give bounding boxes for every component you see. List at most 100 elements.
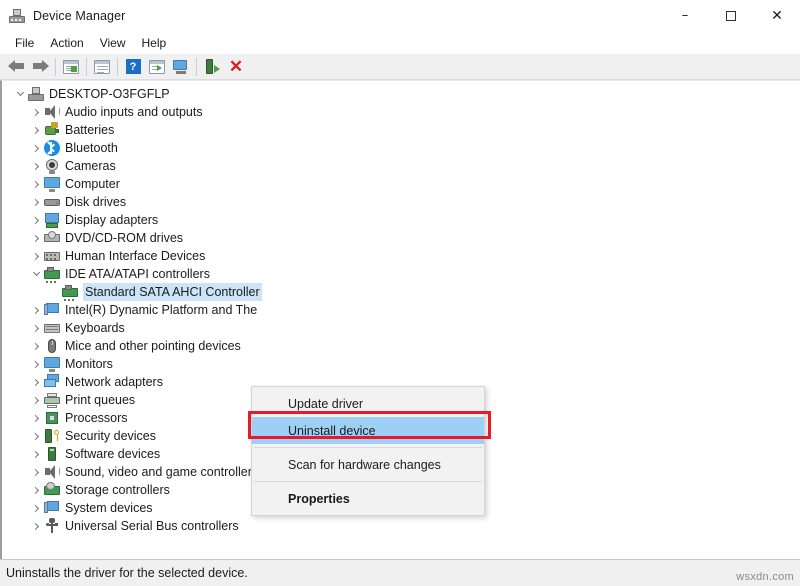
forward-icon[interactable] xyxy=(28,56,52,78)
tree-item-hid[interactable]: Human Interface Devices xyxy=(2,247,800,265)
chevron-right-icon[interactable] xyxy=(28,193,44,211)
tree-item-label: Network adapters xyxy=(65,373,163,391)
chevron-right-icon[interactable] xyxy=(28,445,44,463)
uninstall-device-icon[interactable] xyxy=(200,56,224,78)
tree-root-node[interactable]: DESKTOP-O3FGFLP xyxy=(2,85,800,103)
tree-item-monitors[interactable]: Monitors xyxy=(2,355,800,373)
system-device-icon xyxy=(44,500,60,516)
chevron-right-icon[interactable] xyxy=(28,229,44,247)
window-controls: – ✕ xyxy=(662,0,800,32)
menu-action[interactable]: Action xyxy=(42,34,91,52)
tree-item-usb-controllers[interactable]: Universal Serial Bus controllers xyxy=(2,517,800,535)
tree-item-cameras[interactable]: Cameras xyxy=(2,157,800,175)
ide-controller-icon xyxy=(62,284,78,300)
tree-item-label: Sound, video and game controllers xyxy=(65,463,258,481)
menu-bar: File Action View Help xyxy=(0,32,800,54)
tree-item-label: Audio inputs and outputs xyxy=(65,103,203,121)
tree-item-keyboards[interactable]: Keyboards xyxy=(2,319,800,337)
speaker-icon xyxy=(44,104,60,120)
chevron-right-icon[interactable] xyxy=(28,337,44,355)
context-menu-separator xyxy=(254,481,482,482)
tree-root-label: DESKTOP-O3FGFLP xyxy=(49,85,170,103)
context-menu-item-update-driver[interactable]: Update driver xyxy=(252,390,484,417)
tree-item-label: Batteries xyxy=(65,121,114,139)
display-adapter-icon xyxy=(44,212,60,228)
tree-item-label: Keyboards xyxy=(65,319,125,337)
back-icon[interactable] xyxy=(4,56,28,78)
tree-item-audio[interactable]: Audio inputs and outputs xyxy=(2,103,800,121)
toolbar-separator xyxy=(117,58,118,76)
chevron-right-icon[interactable] xyxy=(28,121,44,139)
context-menu-item-uninstall-device[interactable]: Uninstall device xyxy=(252,417,484,444)
keyboard-icon xyxy=(44,320,60,336)
chevron-right-icon[interactable] xyxy=(28,175,44,193)
watermark: wsxdn.com xyxy=(736,571,794,583)
chevron-right-icon[interactable] xyxy=(28,301,44,319)
chevron-down-icon[interactable] xyxy=(12,85,28,103)
chevron-right-icon[interactable] xyxy=(28,373,44,391)
menu-file[interactable]: File xyxy=(7,34,42,52)
monitor-icon xyxy=(44,176,60,192)
tree-item-standard-sata-ahci-controller[interactable]: Standard SATA AHCI Controller xyxy=(2,283,800,301)
tree-item-disk-drives[interactable]: Disk drives xyxy=(2,193,800,211)
tree-item-label: IDE ATA/ATAPI controllers xyxy=(65,265,210,283)
tree-item-label: Software devices xyxy=(65,445,160,463)
tree-item-ide-controllers[interactable]: IDE ATA/ATAPI controllers xyxy=(2,265,800,283)
processor-icon xyxy=(44,410,60,426)
device-manager-icon xyxy=(9,8,25,24)
chevron-right-icon[interactable] xyxy=(28,139,44,157)
menu-help[interactable]: Help xyxy=(134,34,175,52)
show-hidden-devices-icon[interactable] xyxy=(169,56,193,78)
selected-item-highlight: Standard SATA AHCI Controller xyxy=(83,283,262,301)
chevron-right-icon[interactable] xyxy=(28,355,44,373)
chevron-down-icon[interactable] xyxy=(28,265,44,283)
printer-icon xyxy=(44,392,60,408)
toolbar-separator xyxy=(196,58,197,76)
device-tree-panel[interactable]: DESKTOP-O3FGFLP Audio inputs and outputs… xyxy=(0,80,800,559)
properties-icon[interactable] xyxy=(59,56,83,78)
tree-item-batteries[interactable]: Batteries xyxy=(2,121,800,139)
chevron-right-icon[interactable] xyxy=(28,427,44,445)
tree-item-display-adapters[interactable]: Display adapters xyxy=(2,211,800,229)
toolbar-separator xyxy=(86,58,87,76)
tree-item-dvd-drives[interactable]: DVD/CD-ROM drives xyxy=(2,229,800,247)
context-menu-item-scan-for-hardware-changes[interactable]: Scan for hardware changes xyxy=(252,451,484,478)
tree-item-mice[interactable]: Mice and other pointing devices xyxy=(2,337,800,355)
chevron-right-icon[interactable] xyxy=(28,319,44,337)
tree-item-intel-dynamic-platform[interactable]: Intel(R) Dynamic Platform and The xyxy=(2,301,800,319)
computer-root-icon xyxy=(28,86,44,102)
chevron-right-icon[interactable] xyxy=(28,103,44,121)
chevron-right-icon[interactable] xyxy=(28,481,44,499)
system-device-icon xyxy=(44,302,60,318)
update-driver-icon[interactable] xyxy=(90,56,114,78)
status-bar: Uninstalls the driver for the selected d… xyxy=(0,559,800,586)
context-menu: Update driver Uninstall device Scan for … xyxy=(251,386,485,516)
scan-hardware-icon[interactable] xyxy=(145,56,169,78)
status-text: Uninstalls the driver for the selected d… xyxy=(6,566,248,580)
close-button[interactable]: ✕ xyxy=(754,0,800,32)
maximize-button[interactable] xyxy=(708,0,754,32)
camera-icon xyxy=(44,158,60,174)
tree-item-label: Monitors xyxy=(65,355,113,373)
tree-item-label: Storage controllers xyxy=(65,481,170,499)
disable-device-icon[interactable]: ✕ xyxy=(224,56,248,78)
minimize-button[interactable]: – xyxy=(662,0,708,32)
tree-item-label: Print queues xyxy=(65,391,135,409)
chevron-right-icon[interactable] xyxy=(28,391,44,409)
context-menu-item-properties[interactable]: Properties xyxy=(252,485,484,512)
tree-item-computer[interactable]: Computer xyxy=(2,175,800,193)
bluetooth-icon xyxy=(44,140,60,156)
tree-item-label: Disk drives xyxy=(65,193,126,211)
tree-item-label: Processors xyxy=(65,409,128,427)
chevron-right-icon[interactable] xyxy=(28,463,44,481)
chevron-right-icon[interactable] xyxy=(28,499,44,517)
chevron-right-icon[interactable] xyxy=(28,247,44,265)
chevron-right-icon[interactable] xyxy=(28,409,44,427)
menu-view[interactable]: View xyxy=(92,34,134,52)
chevron-right-icon[interactable] xyxy=(28,157,44,175)
chevron-right-icon[interactable] xyxy=(28,211,44,229)
chevron-right-icon[interactable] xyxy=(28,517,44,535)
help-icon[interactable]: ? xyxy=(121,56,145,78)
network-adapter-icon xyxy=(44,374,60,390)
tree-item-bluetooth[interactable]: Bluetooth xyxy=(2,139,800,157)
